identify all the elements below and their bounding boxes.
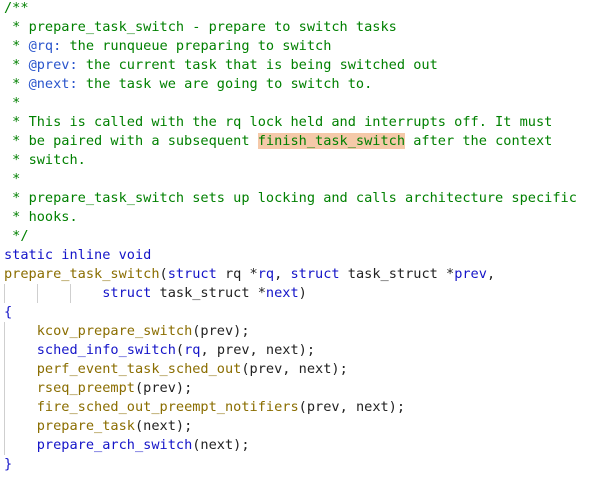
close-brace-line: } (4, 455, 595, 474)
call-args: (next); (134, 418, 193, 434)
comment-close: */ (4, 227, 595, 246)
comment-line: * (4, 94, 595, 113)
open-brace: { (4, 304, 13, 320)
comment-line: * prepare_task_switch - prepare to switc… (4, 18, 595, 37)
function-qualifiers: static inline void (4, 246, 595, 265)
call-perf-event-task-sched-out[interactable]: perf_event_task_sched_out (37, 361, 242, 377)
indent-guide (4, 360, 5, 379)
code-editor[interactable]: /** * prepare_task_switch - prepare to s… (0, 0, 595, 474)
comment-text: hooks. (28, 209, 78, 225)
comment-star: * (4, 190, 29, 206)
comment-line: * switch. (4, 151, 595, 170)
indent-guide (4, 341, 5, 360)
comment-open: /** (4, 0, 595, 18)
indent-guide (70, 284, 71, 303)
comment-line: * hooks. (4, 208, 595, 227)
comment-line: * This is called with the rq lock held a… (4, 113, 595, 132)
comment-star: * (4, 171, 21, 187)
call-fire-sched-out-preempt-notifiers[interactable]: fire_sched_out_preempt_notifiers (37, 399, 299, 415)
call-line: perf_event_task_sched_out(prev, next); (4, 360, 595, 379)
comment-star: * (4, 38, 29, 54)
param-rq[interactable]: rq (258, 266, 274, 282)
param-prev[interactable]: prev (454, 266, 487, 282)
call-args: (next); (192, 437, 250, 453)
call-args: , prev, next); (200, 342, 316, 358)
call-line: kcov_prepare_switch(prev); (4, 322, 595, 341)
indent-guide (4, 436, 5, 455)
function-signature-cont: struct task_struct *next) (4, 284, 595, 303)
call-args: (prev, next); (241, 361, 348, 377)
comment-text: be paired with a subsequent (28, 133, 258, 149)
comment-star: * (4, 57, 29, 73)
param-type-rq[interactable]: rq (225, 266, 241, 282)
struct-keyword: struct (167, 266, 217, 282)
struct-keyword: struct (290, 266, 340, 282)
close-paren: ) (298, 285, 307, 301)
call-sched-info-switch[interactable]: sched_info_switch (37, 342, 176, 358)
qualifier-keywords: static inline void (4, 247, 152, 263)
comment-star: * (4, 76, 29, 92)
comment-star: * (4, 114, 29, 130)
call-line: fire_sched_out_preempt_notifiers(prev, n… (4, 398, 595, 417)
comment-text: after the context (405, 133, 553, 149)
comment-star: * (4, 95, 21, 111)
param-next[interactable]: next (266, 285, 299, 301)
open-paren: ( (159, 266, 168, 282)
doc-tag-prev: @prev: (28, 57, 78, 73)
comment-text: switch. (28, 152, 86, 168)
comment-open-text: /** (4, 0, 29, 16)
param-type-task-struct[interactable]: task_struct (160, 285, 250, 301)
indent-guide (37, 284, 38, 303)
call-line: prepare_task(next); (4, 417, 595, 436)
comment-line: * be paired with a subsequent finish_tas… (4, 132, 595, 151)
comment-star: * (4, 152, 29, 168)
doc-tag-next-text: the task we are going to switch to. (77, 76, 373, 92)
comment-star: * (4, 133, 29, 149)
doc-tag-rq: @rq: (28, 38, 62, 54)
arg-rq[interactable]: rq (184, 342, 200, 358)
comma: , (274, 266, 291, 282)
pointer-star: * (241, 266, 258, 282)
comment-star: * (4, 209, 29, 225)
function-name[interactable]: prepare_task_switch (4, 266, 160, 282)
call-args: ( (175, 342, 185, 358)
highlighted-word[interactable]: finish_task_switch (257, 133, 406, 149)
comment-line: * @rq: the runqueue preparing to switch (4, 37, 595, 56)
doc-tag-prev-text: the current task that is being switched … (77, 57, 438, 73)
open-brace-line: { (4, 303, 595, 322)
param-type-task-struct[interactable]: task_struct (348, 266, 438, 282)
call-line: prepare_arch_switch(next); (4, 436, 595, 455)
call-prepare-task[interactable]: prepare_task (37, 418, 135, 434)
call-line: sched_info_switch(rq, prev, next); (4, 341, 595, 360)
indent-guide (4, 322, 5, 341)
call-kcov-prepare-switch[interactable]: kcov_prepare_switch (37, 323, 193, 339)
comment-star: * (4, 19, 29, 35)
comment-close-text: */ (4, 228, 29, 244)
pointer-star: * (249, 285, 266, 301)
struct-keyword: struct (102, 285, 152, 301)
comment-line: * @prev: the current task that is being … (4, 56, 595, 75)
indent-guide (4, 284, 5, 303)
pointer-star: * (437, 266, 455, 282)
indent-guide (4, 379, 5, 398)
call-prepare-arch-switch[interactable]: prepare_arch_switch (37, 437, 193, 453)
comment-line: * prepare_task_switch sets up locking an… (4, 189, 595, 208)
call-line: rseq_preempt(prev); (4, 379, 595, 398)
call-args: (prev); (134, 380, 193, 396)
doc-tag-next: @next: (28, 76, 78, 92)
close-brace: } (4, 456, 13, 472)
indent-guide (4, 417, 5, 436)
comment-line: * @next: the task we are going to switch… (4, 75, 595, 94)
call-rseq-preempt[interactable]: rseq_preempt (37, 380, 135, 396)
call-args: (prev, next); (298, 399, 406, 415)
comment-summary: prepare_task_switch - prepare to switch … (28, 19, 397, 35)
comment-text: This is called with the rq lock held and… (28, 114, 553, 130)
comment-line: * (4, 170, 595, 189)
indent-guide (4, 398, 5, 417)
call-args: (prev); (192, 323, 250, 339)
function-signature: prepare_task_switch(struct rq *rq, struc… (4, 266, 496, 282)
comment-text: prepare_task_switch sets up locking and … (28, 190, 577, 206)
doc-tag-rq-text: the runqueue preparing to switch (61, 38, 332, 54)
